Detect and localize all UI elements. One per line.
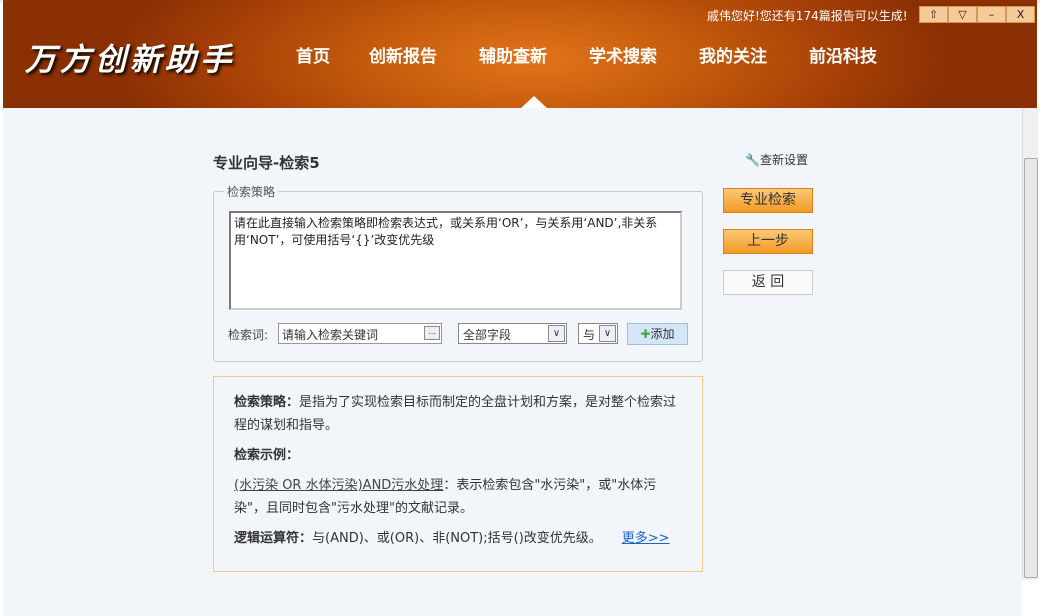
field-value: 全部字段: [463, 328, 512, 342]
more-link[interactable]: 更多>>: [622, 531, 670, 546]
nav-innovation-report[interactable]: 创新报告: [348, 42, 458, 67]
nav-home[interactable]: 首页: [278, 42, 348, 67]
keyword-input[interactable]: 请输入检索关键词: [278, 323, 442, 344]
wrench-icon: 🔧: [745, 153, 760, 167]
help-term: 逻辑运算符：: [234, 531, 313, 546]
chevron-down-icon: ∨: [599, 325, 616, 342]
pro-search-button[interactable]: 专业检索: [723, 188, 813, 213]
scrollbar-thumb[interactable]: [1024, 158, 1038, 578]
menu-button[interactable]: ▽: [948, 6, 977, 23]
logic-value: 与: [583, 328, 596, 342]
keyword-browse-button[interactable]: ...: [424, 326, 440, 340]
help-term: 检索示例：: [234, 448, 300, 463]
logic-select[interactable]: 与 ∨: [578, 323, 618, 344]
page-title: 专业向导-检索5: [213, 154, 320, 172]
chevron-down-icon: ∨: [548, 325, 565, 342]
greeting: 戚伟您好!您还有174篇报告可以生成!: [707, 9, 908, 23]
help-text: 是指为了实现检索目标而制定的全盘计划和方案，是对整个检索过程的谋划和指导。: [234, 395, 677, 433]
plus-icon: ✚: [640, 327, 651, 341]
add-button[interactable]: ✚添加: [627, 323, 688, 345]
help-text: 与(AND)、或(OR)、非(NOT);括号()改变优先级。: [312, 531, 602, 546]
nav-frontier-tech[interactable]: 前沿科技: [788, 42, 898, 67]
logo: 万方创新助手: [25, 42, 235, 78]
example-expression: (水污染 OR 水体污染)AND污水处理: [234, 478, 444, 493]
skin-button[interactable]: ⇧: [919, 6, 948, 23]
help-box: 检索策略：是指为了实现检索目标而制定的全盘计划和方案，是对整个检索过程的谋划和指…: [213, 376, 703, 572]
nav-academic-search[interactable]: 学术搜索: [568, 42, 678, 67]
help-term: 检索策略：: [234, 395, 300, 410]
close-button[interactable]: X: [1006, 6, 1035, 23]
keyword-label: 检索词:: [228, 328, 269, 342]
window-controls: ⇧ ▽ – X: [919, 6, 1035, 23]
nav-assisted-novelty-search[interactable]: 辅助查新: [458, 42, 568, 67]
strategy-textarea[interactable]: 请在此直接输入检索策略即检索表达式，或关系用‘OR’，与关系用‘AND’,非关系…: [229, 211, 682, 310]
back-button[interactable]: 返 回: [723, 270, 813, 295]
active-nav-indicator: [521, 96, 547, 108]
settings-link[interactable]: 🔧查新设置: [745, 151, 808, 168]
add-label: 添加: [650, 327, 675, 341]
main-nav: 首页 创新报告 辅助查新 学术搜索 我的关注 前沿科技: [278, 42, 898, 67]
prev-step-button[interactable]: 上一步: [723, 229, 813, 254]
field-select[interactable]: 全部字段 ∨: [458, 323, 567, 344]
vertical-scrollbar[interactable]: [1022, 108, 1038, 580]
strategy-legend: 检索策略: [227, 185, 276, 199]
minimize-button[interactable]: –: [977, 6, 1006, 23]
nav-my-follows[interactable]: 我的关注: [678, 42, 788, 67]
settings-label: 查新设置: [759, 153, 808, 167]
